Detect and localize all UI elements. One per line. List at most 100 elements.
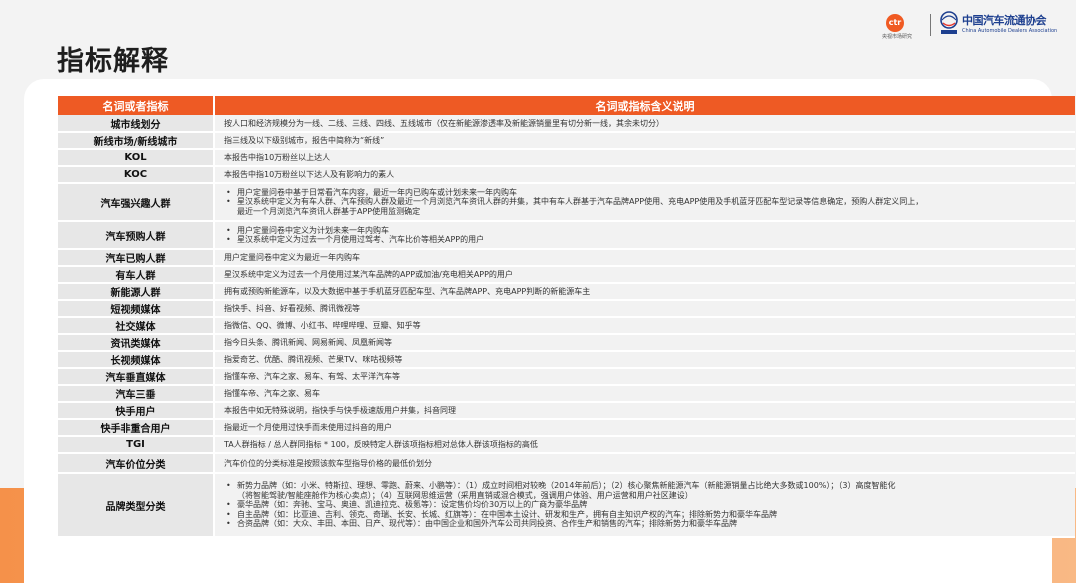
ctr-logo-mark: ctr (886, 14, 904, 32)
term-cell: 快手用户 (58, 402, 215, 420)
definition-cell: TA人群指标 / 总人群同指标 * 100，反映特定人群该项指标相对总体人群该项… (214, 436, 1075, 454)
definition-line: 最近一个月浏览汽车资讯人群基于APP使用监测确定 (237, 206, 421, 216)
definition-text: 星汉系统中定义为过去一个月使用过某汽车品牌的APP或加油/充电相关APP的用户 (224, 270, 513, 279)
definition-text: 本报告中如无特殊说明，指快手与快手极速版用户并集，抖音同理 (224, 406, 456, 415)
definition-cell: 按人口和经济规模分为一线、二线、三线、四线、五线城市（仅在新能源渗透率及新能源销… (214, 115, 1075, 133)
definition-text: 汽车价位的分类标准是按照该款车型指导价格的最低价划分 (224, 458, 432, 468)
definition-cell: 指快手、抖音、好看视频、腾讯微视等 (214, 300, 1075, 318)
term-cell: 汽车垂直媒体 (58, 368, 215, 386)
definition-text: TA人群指标 / 总人群同指标 * 100，反映特定人群该项指标相对总体人群该项… (224, 440, 538, 449)
term-cell: 资讯类媒体 (58, 334, 215, 352)
definition-line: 自主品牌（如：比亚迪、吉利、领克、奇瑞、长安、长城、红旗等）：在中国本土设计、研… (224, 510, 1075, 520)
header-definition: 名词或指标含义说明 (214, 96, 1075, 115)
definition-cell: 新势力品牌（如：小米、特斯拉、理想、零跑、蔚来、小鹏等）：（1）成立时间相对较晚… (214, 473, 1075, 538)
definition-line: 合资品牌（如：大众、丰田、本田、日产、现代等）：由中国企业和国外汽车公司共同投资… (224, 519, 1075, 529)
definition-text: 指今日头条、腾讯新闻、网易新闻、凤凰新闻等 (224, 338, 392, 347)
ctr-logo: ctr 央视市场研究 (882, 11, 922, 41)
definition-cell: 本报告中如无特殊说明，指快手与快手极速版用户并集，抖音同理 (214, 402, 1075, 420)
logo-divider (930, 14, 931, 36)
definition-line: 用户定量问卷中定义为计划未来一年内购车 (224, 226, 1075, 236)
definition-line: 星汉系统中定义为过去一个月使用过驾考、汽车比价等相关APP的用户 (224, 235, 1075, 245)
glossary-table: 名词或者指标 名词或指标含义说明 城市线划分 按人口和经济规模分为一线、二线、三线… (58, 96, 1075, 538)
cada-emblem-icon (940, 11, 958, 34)
table-row: 长视频媒体 指爱奇艺、优酷、腾讯视频、芒果TV、咪咕视频等 (58, 351, 1075, 369)
definition-cell: 用户定量问卷中基于日常看汽车内容，最近一年内已购车或计划未来一年内购车星汉系统中… (214, 183, 1075, 222)
page-title: 指标解释 (57, 46, 169, 77)
term-cell: 快手非重合用户 (58, 419, 215, 437)
definition-text: 指最近一个月使用过快手而未使用过抖音的用户 (224, 423, 392, 432)
definition-cell: 指懂车帝、汽车之家、易车、有驾、太平洋汽车等 (214, 368, 1075, 386)
table-row: 汽车垂直媒体 指懂车帝、汽车之家、易车、有驾、太平洋汽车等 (58, 368, 1075, 386)
definition-cell: 用户定量问卷中定义为计划未来一年内购车星汉系统中定义为过去一个月使用过驾考、汽车… (214, 221, 1075, 250)
table-row: 短视频媒体 指快手、抖音、好看视频、腾讯微视等 (58, 300, 1075, 318)
term-cell: 有车人群 (58, 266, 215, 284)
definition-cell: 拥有或预购新能源车，以及大数据中基于手机蓝牙匹配车型、汽车品牌APP、充电APP… (214, 283, 1075, 301)
definition-text: 指懂车帝、汽车之家、易车 (224, 389, 320, 398)
definition-cell: 星汉系统中定义为过去一个月使用过某汽车品牌的APP或加油/充电相关APP的用户 (214, 266, 1075, 284)
definition-text: 指快手、抖音、好看视频、腾讯微视等 (224, 304, 360, 313)
definition-text: 指微信、QQ、微博、小红书、哔哩哔哩、豆瓣、知乎等 (224, 321, 421, 330)
term-cell: 新线市场/新线城市 (58, 132, 215, 150)
definition-cell: 指最近一个月使用过快手而未使用过抖音的用户 (214, 419, 1075, 437)
definition-cell: 本报告中指10万粉丝以上达人 (214, 149, 1075, 167)
cada-english-name: China Automobile Dealers Association (962, 28, 1058, 34)
definition-list: 用户定量问卷中基于日常看汽车内容，最近一年内已购车或计划未来一年内购车星汉系统中… (224, 188, 1075, 217)
term-cell: 汽车强兴趣人群 (58, 183, 215, 222)
table-row: 资讯类媒体 指今日头条、腾讯新闻、网易新闻、凤凰新闻等 (58, 334, 1075, 352)
table-row: TGI TA人群指标 / 总人群同指标 * 100，反映特定人群该项指标相对总体人… (58, 436, 1075, 454)
definition-line: 豪华品牌（如：奔驰、宝马、奥迪、凯迪拉克、极氪等）：设定售价均价30万以上的广商… (224, 500, 1075, 510)
term-cell: KOL (58, 149, 215, 167)
definition-cell: 本报告中指10万粉丝以下达人及有影响力的素人 (214, 166, 1075, 184)
definition-line: 新势力品牌（如：小米、特斯拉、理想、零跑、蔚来、小鹏等）：（1）成立时间相对较晚… (224, 481, 1075, 491)
term-cell: 社交媒体 (58, 317, 215, 335)
term-cell: 短视频媒体 (58, 300, 215, 318)
definition-text: 本报告中指10万粉丝以下达人及有影响力的素人 (224, 170, 395, 179)
definition-text: 指懂车帝、汽车之家、易车、有驾、太平洋汽车等 (224, 372, 400, 381)
term-cell: 长视频媒体 (58, 351, 215, 369)
definition-text: 拥有或预购新能源车，以及大数据中基于手机蓝牙匹配车型、汽车品牌APP、充电APP… (224, 287, 591, 296)
term-cell: TGI (58, 436, 215, 454)
term-cell: 品牌类型分类 (58, 473, 215, 538)
definition-cell: 汽车价位的分类标准是按照该款车型指导价格的最低价划分 (214, 453, 1075, 474)
table-header-row: 名词或者指标 名词或指标含义说明 (58, 96, 1075, 115)
definition-line: 用户定量问卷中基于日常看汽车内容，最近一年内已购车或计划未来一年内购车 (224, 188, 1075, 198)
definition-list: 用户定量问卷中定义为计划未来一年内购车星汉系统中定义为过去一个月使用过驾考、汽车… (224, 226, 1075, 245)
term-cell: KOC (58, 166, 215, 184)
table-row: 品牌类型分类新势力品牌（如：小米、特斯拉、理想、零跑、蔚来、小鹏等）：（1）成立… (58, 473, 1075, 538)
term-cell: 汽车已购人群 (58, 249, 215, 267)
definition-cell: 用户定量问卷中定义为最近一年内购车 (214, 249, 1075, 267)
table-row: KOL 本报告中指10万粉丝以上达人 (58, 149, 1075, 167)
table-row: 汽车强兴趣人群用户定量问卷中基于日常看汽车内容，最近一年内已购车或计划未来一年内… (58, 183, 1075, 222)
cada-name: 中国汽车流通协会 (962, 14, 1047, 27)
definition-text: 指爱奇艺、优酷、腾讯视频、芒果TV、咪咕视频等 (224, 355, 403, 364)
table-row: 汽车已购人群 用户定量问卷中定义为最近一年内购车 (58, 249, 1075, 267)
table-row: 社交媒体 指微信、QQ、微博、小红书、哔哩哔哩、豆瓣、知乎等 (58, 317, 1075, 335)
definition-cell: 指懂车帝、汽车之家、易车 (214, 385, 1075, 403)
definition-cell: 指今日头条、腾讯新闻、网易新闻、凤凰新闻等 (214, 334, 1075, 352)
table-row: 快手非重合用户 指最近一个月使用过快手而未使用过抖音的用户 (58, 419, 1075, 437)
cada-logo: 中国汽车流通协会 China Automobile Dealers Associ… (938, 10, 1058, 40)
ctr-logo-caption: 央视市场研究 (882, 34, 913, 40)
definition-line: 星汉系统中定义为有车人群、汽车预购人群及最近一个月浏览汽车资讯人群的并集，其中有… (224, 197, 1075, 207)
definition-text: 本报告中指10万粉丝以上达人 (224, 153, 331, 162)
definition-list: 新势力品牌（如：小米、特斯拉、理想、零跑、蔚来、小鹏等）：（1）成立时间相对较晚… (224, 481, 1075, 529)
definition-cell: 指爱奇艺、优酷、腾讯视频、芒果TV、咪咕视频等 (214, 351, 1075, 369)
table-row: 城市线划分 按人口和经济规模分为一线、二线、三线、四线、五线城市（仅在新能源渗透率… (58, 115, 1075, 133)
table-row: KOC 本报告中指10万粉丝以下达人及有影响力的素人 (58, 166, 1075, 184)
table-row: 快手用户 本报告中如无特殊说明，指快手与快手极速版用户并集，抖音同理 (58, 402, 1075, 420)
definition-cell: 指三线及以下级别城市，报告中简称为“新线” (214, 132, 1075, 150)
table-row: 汽车预购人群用户定量问卷中定义为计划未来一年内购车星汉系统中定义为过去一个月使用… (58, 221, 1075, 250)
term-cell: 汽车价位分类 (58, 453, 215, 474)
definition-cell: 指微信、QQ、微博、小红书、哔哩哔哩、豆瓣、知乎等 (214, 317, 1075, 335)
term-cell: 新能源人群 (58, 283, 215, 301)
table-row: 新线市场/新线城市 指三线及以下级别城市，报告中简称为“新线” (58, 132, 1075, 150)
definition-text: 按人口和经济规模分为一线、二线、三线、四线、五线城市（仅在新能源渗透率及新能源销… (224, 118, 664, 128)
definition-text: 指三线及以下级别城市，报告中简称为“新线” (224, 136, 385, 145)
term-cell: 城市线划分 (58, 115, 215, 133)
table-row: 新能源人群 拥有或预购新能源车，以及大数据中基于手机蓝牙匹配车型、汽车品牌APP、… (58, 283, 1075, 301)
definition-line: （将智能驾驶/智能座舱作为核心卖点）；（4）互联网思维运营（采用直销或混合模式，… (237, 490, 693, 500)
table-row: 汽车三垂 指懂车帝、汽车之家、易车 (58, 385, 1075, 403)
definition-text: 用户定量问卷中定义为最近一年内购车 (224, 253, 360, 262)
header-term: 名词或者指标 (58, 96, 215, 115)
table-row: 汽车价位分类 汽车价位的分类标准是按照该款车型指导价格的最低价划分 (58, 453, 1075, 474)
